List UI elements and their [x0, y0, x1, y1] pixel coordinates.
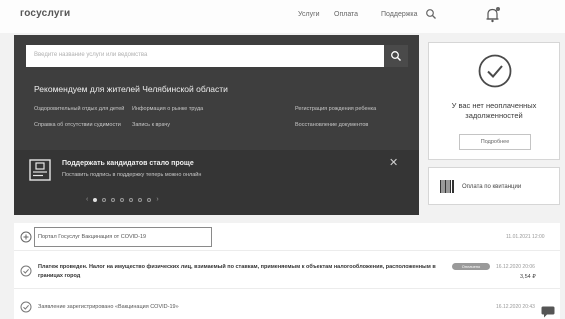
details-button[interactable]: Подробнее — [459, 134, 531, 150]
carousel-dot[interactable] — [111, 197, 116, 202]
ballot-icon — [29, 159, 51, 181]
carousel-dot[interactable] — [120, 197, 125, 202]
carousel-next-button[interactable]: › — [156, 196, 158, 203]
top-bar: госуслуги Услуги Оплата Поддержка — [0, 0, 565, 33]
feed-item[interactable]: Заявление зарегистрировано «Вакцинация C… — [14, 295, 560, 319]
recommend-link[interactable]: Запись к врачу — [132, 122, 170, 128]
recommend-link[interactable]: Информация о рынке труда — [132, 106, 203, 112]
pay-by-receipt-label: Оплата по квитанции — [462, 184, 522, 190]
hero-panel: Введите название услуги или ведомства Ре… — [14, 35, 419, 215]
nav-support[interactable]: Поддержка — [381, 11, 418, 18]
check-circle-icon — [20, 265, 32, 277]
feed-item-date: 16.12.2020 20:06 — [496, 264, 535, 270]
carousel-dot[interactable] — [102, 197, 107, 202]
debt-status-text: У вас нет неоплаченных задолженностей — [451, 101, 537, 120]
shield-icon — [20, 231, 32, 243]
feed-item-amount: 3,54 ₽ — [520, 274, 536, 280]
carousel-dot[interactable] — [147, 197, 152, 202]
feed-item-text: Заявление зарегистрировано «Вакцинация C… — [38, 304, 179, 310]
chat-icon[interactable] — [541, 306, 555, 318]
recommend-link[interactable]: Регистрация рождения ребенка — [295, 106, 376, 112]
logo[interactable]: госуслуги — [20, 8, 70, 19]
close-icon[interactable]: ✕ — [389, 156, 398, 169]
pay-by-receipt-card[interactable]: Оплата по квитанции — [428, 167, 560, 205]
search-input[interactable]: Введите название услуги или ведомства — [26, 45, 408, 67]
check-circle-icon — [20, 301, 32, 313]
carousel-prev-button[interactable]: ‹ — [86, 196, 88, 203]
carousel-dot[interactable] — [129, 197, 134, 202]
search-icon — [391, 51, 401, 61]
recommend-link[interactable]: Восстановление документов — [295, 122, 368, 128]
feed-item-date: 11.01.2021 12:00 — [506, 234, 545, 240]
feed-item-text: Портал Госуслуг Вакцинация от COVID-19 — [38, 234, 147, 240]
carousel-dot[interactable] — [138, 197, 143, 202]
feed-item[interactable]: Платеж проведен. Налог на имущество физи… — [14, 257, 560, 289]
feed-item[interactable]: Портал Госуслуг Вакцинация от COVID-19 1… — [14, 223, 560, 251]
debt-status-card: У вас нет неоплаченных задолженностей По… — [428, 42, 560, 160]
carousel-dot[interactable] — [93, 197, 98, 202]
feed-item-text: Платеж проведен. Налог на имущество физи… — [38, 264, 436, 279]
recommend-link[interactable]: Оздоровительный отдых для детей — [34, 106, 124, 112]
search-placeholder: Введите название услуги или ведомства — [34, 52, 148, 58]
search-icon[interactable] — [425, 8, 437, 20]
promo-subtitle: Поставить подпись в поддержку теперь мож… — [62, 172, 202, 178]
promo-title: Поддержать кандидатов стало проще — [62, 160, 194, 167]
check-circle-icon — [478, 54, 512, 88]
search-button[interactable] — [384, 45, 408, 67]
recommend-link[interactable]: Справка об отсутствии судимости — [34, 122, 121, 128]
carousel-pagination: ‹ › — [86, 196, 159, 203]
events-feed: Портал Госуслуг Вакцинация от COVID-19 1… — [14, 223, 560, 319]
nav-payment[interactable]: Оплата — [334, 11, 358, 18]
bell-icon[interactable] — [485, 6, 501, 24]
feed-item-date: 16.12.2020 20:43 — [496, 304, 535, 310]
recommend-title: Рекомендуем для жителей Челябинской обла… — [34, 84, 228, 94]
status-badge: Оплачено — [452, 263, 490, 270]
barcode-icon — [440, 180, 454, 193]
promo-banner[interactable]: Поддержать кандидатов стало проще Постав… — [14, 150, 419, 215]
nav-services[interactable]: Услуги — [298, 11, 320, 18]
